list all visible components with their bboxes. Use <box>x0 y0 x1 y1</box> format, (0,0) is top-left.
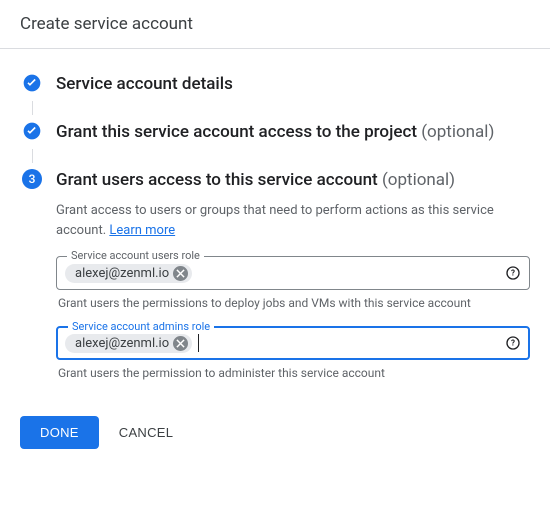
action-bar: DONE CANCEL <box>0 396 550 469</box>
step-2-grant-access[interactable]: Grant this service account access to the… <box>20 121 530 143</box>
svg-text:?: ? <box>511 269 515 278</box>
page-title: Create service account <box>20 14 193 34</box>
step-number-icon: 3 <box>22 169 42 189</box>
help-icon[interactable]: ? <box>505 335 521 351</box>
remove-chip-icon[interactable] <box>173 266 188 281</box>
step-3-description: Grant access to users or groups that nee… <box>56 201 530 240</box>
svg-text:?: ? <box>511 339 515 348</box>
users-role-input[interactable]: Service account users role alexej@zenml.… <box>56 256 530 290</box>
optional-label: (optional) <box>421 122 494 142</box>
help-icon[interactable]: ? <box>505 265 521 281</box>
wizard-content: Service account details Grant this servi… <box>0 49 550 396</box>
step-2-title: Grant this service account access to the… <box>56 121 530 143</box>
user-chip: alexej@zenml.io <box>65 264 192 283</box>
page-header: Create service account <box>0 0 550 49</box>
remove-chip-icon[interactable] <box>173 336 188 351</box>
user-chip: alexej@zenml.io <box>65 334 192 353</box>
step-3-grant-users: 3 Grant users access to this service acc… <box>20 169 530 380</box>
users-role-label: Service account users role <box>67 249 204 262</box>
step-1-details[interactable]: Service account details <box>20 73 530 95</box>
learn-more-link[interactable]: Learn more <box>109 223 175 238</box>
check-circle-icon <box>22 73 42 93</box>
admins-role-helper: Grant users the permission to administer… <box>56 366 530 380</box>
text-cursor <box>198 334 199 352</box>
cancel-button[interactable]: CANCEL <box>119 425 174 440</box>
users-role-helper: Grant users the permissions to deploy jo… <box>56 296 530 310</box>
admins-role-label: Service account admins role <box>68 320 214 333</box>
done-button[interactable]: DONE <box>20 416 99 449</box>
step-1-title: Service account details <box>56 73 530 95</box>
step-connector <box>20 143 44 169</box>
optional-label: (optional) <box>382 170 455 190</box>
admins-role-input[interactable]: Service account admins role alexej@zenml… <box>56 326 530 360</box>
step-connector <box>20 95 44 121</box>
step-3-title: Grant users access to this service accou… <box>56 169 530 191</box>
check-circle-icon <box>22 121 42 141</box>
